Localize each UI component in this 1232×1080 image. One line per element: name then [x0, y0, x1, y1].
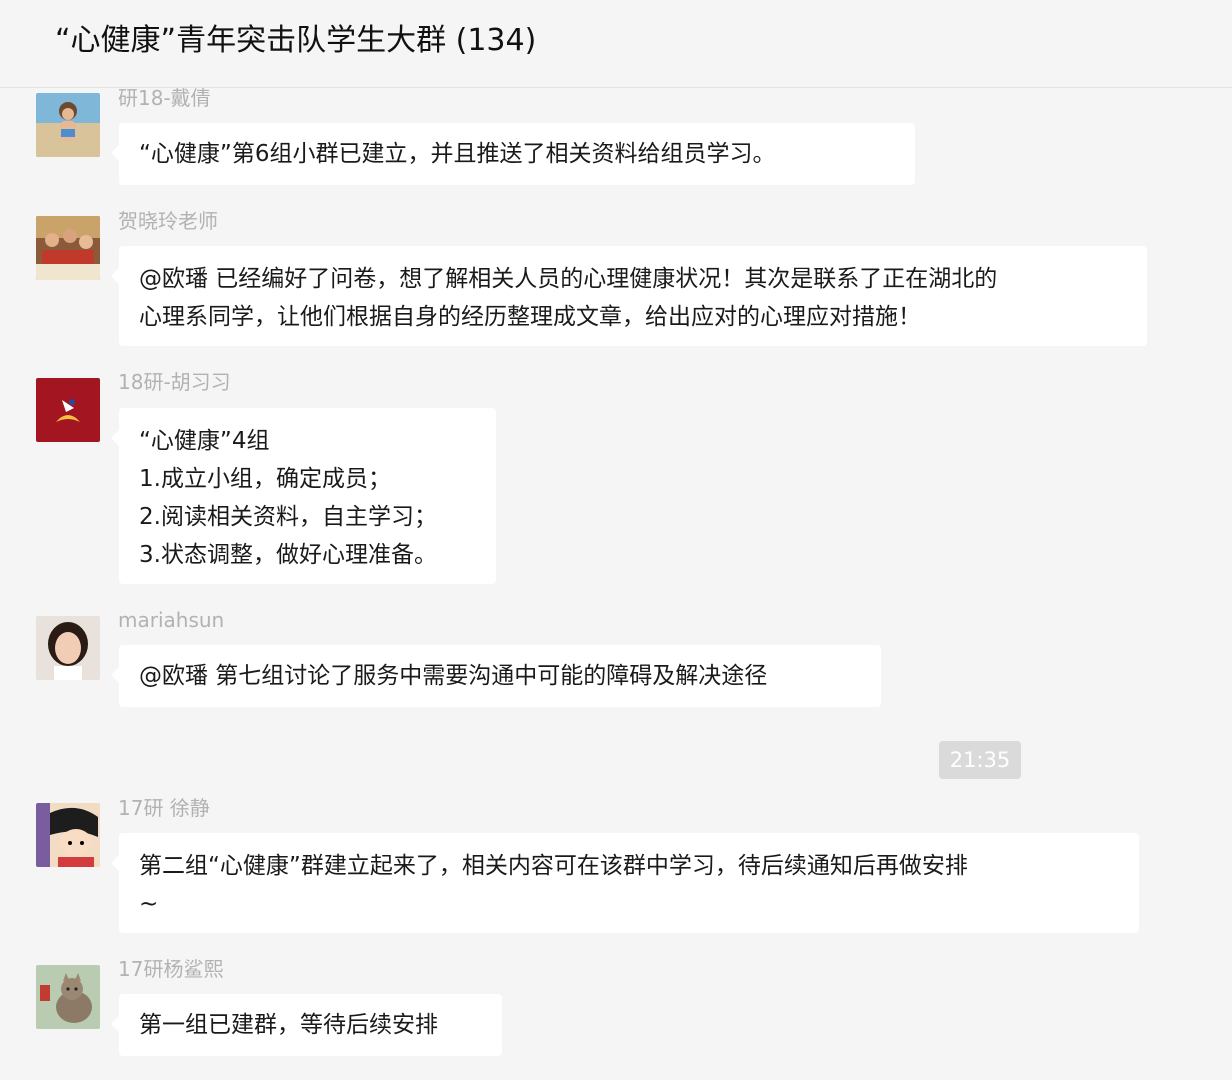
time-divider: 21:35 — [939, 741, 1021, 779]
message-text: @欧璠 第七组讨论了服务中需要沟通中可能的障碍及解决途径 — [139, 663, 768, 689]
message-bubble[interactable]: @欧璠 第七组讨论了服务中需要沟通中可能的障碍及解决途径 — [111, 645, 881, 707]
sender-name: 研18-戴倩 — [118, 88, 211, 110]
sender-name: 18研-胡习习 — [118, 370, 231, 394]
sender-name: 17研杨鲨熙 — [118, 957, 224, 981]
sender-name: mariahsun — [118, 608, 225, 632]
message-text: ~ — [139, 891, 159, 917]
message-text: 2.阅读相关资料，自主学习； — [139, 504, 437, 530]
cat-avatar-icon[interactable] — [36, 965, 100, 1029]
message-bubble[interactable]: 第一组已建群，等待后续安排 — [111, 994, 502, 1056]
message-text: 1.成立小组，确定成员； — [139, 466, 391, 492]
group-photo-avatar-icon[interactable] — [36, 216, 100, 280]
message-text: “心健康”4组 — [139, 428, 270, 454]
red-logo-avatar-icon[interactable] — [36, 378, 100, 442]
sender-name: 贺晓玲老师 — [118, 209, 218, 233]
chat-title: “心健康”青年突击队学生大群 (134) — [55, 23, 537, 58]
message-text: 3.状态调整，做好心理准备。 — [139, 542, 437, 568]
portrait-avatar-icon[interactable] — [36, 616, 100, 680]
chat-header: “心健康”青年突击队学生大群 (134) — [0, 0, 1232, 88]
message-text: 第一组已建群，等待后续安排 — [139, 1012, 438, 1038]
message-bubble[interactable]: “心健康”第6组小群已建立，并且推送了相关资料给组员学习。 — [111, 123, 915, 185]
message-text: 心理系同学，让他们根据自身的经历整理成文章，给出应对的心理应对措施！ — [139, 304, 921, 330]
message-text: “心健康”第6组小群已建立，并且推送了相关资料给组员学习。 — [139, 141, 776, 167]
message-bubble[interactable]: 第二组“心健康”群建立起来了，相关内容可在该群中学习，待后续通知后再做安排 ~ — [111, 833, 1139, 933]
sender-name: 17研 徐静 — [118, 796, 210, 820]
message-text: @欧璠 已经编好了问卷，想了解相关人员的心理健康状况！其次是联系了正在湖北的 — [139, 266, 998, 292]
message-bubble[interactable]: “心健康”4组 1.成立小组，确定成员； 2.阅读相关资料，自主学习； 3.状态… — [111, 408, 496, 584]
message-bubble[interactable]: @欧璠 已经编好了问卷，想了解相关人员的心理健康状况！其次是联系了正在湖北的 心… — [111, 246, 1147, 346]
message-list[interactable]: 研18-戴倩 “心健康”第6组小群已建立，并且推送了相关资料给组员学习。 贺晓玲… — [0, 88, 1232, 1080]
child-beach-avatar-icon[interactable] — [36, 93, 100, 157]
cartoon-girl-avatar-icon[interactable] — [36, 803, 100, 867]
message-text: 第二组“心健康”群建立起来了，相关内容可在该群中学习，待后续通知后再做安排 — [139, 853, 968, 879]
